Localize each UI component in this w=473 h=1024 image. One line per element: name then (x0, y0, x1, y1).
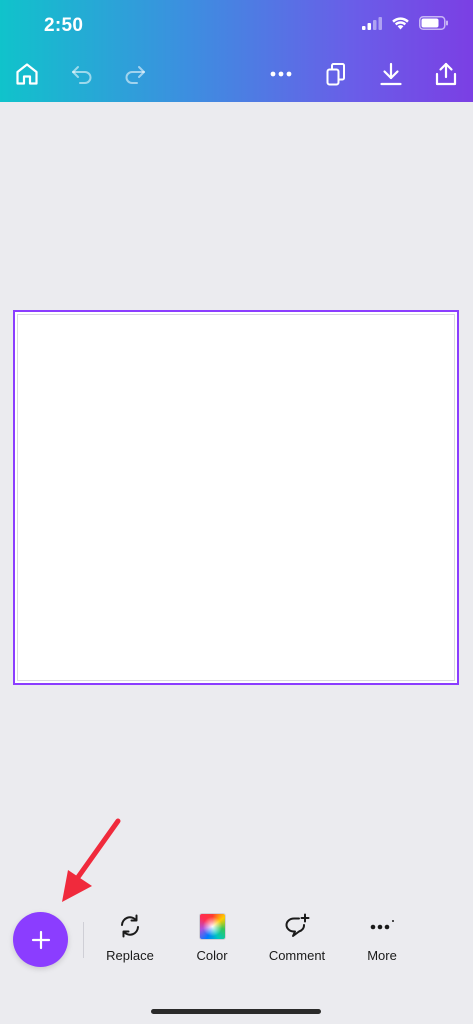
color-swatch-icon (198, 912, 226, 940)
home-icon (16, 63, 38, 85)
more-options-icon (270, 71, 292, 77)
share-icon (435, 62, 457, 86)
color-label: Color (196, 948, 228, 963)
plus-icon (31, 930, 50, 949)
top-toolbar: 2:50 (0, 0, 473, 102)
undo-button[interactable] (66, 58, 98, 90)
comment-button[interactable]: Comment (257, 908, 337, 963)
battery-icon (419, 16, 449, 35)
more-button[interactable]: More (342, 908, 422, 963)
color-button[interactable]: Color (172, 908, 252, 963)
wifi-icon (391, 16, 410, 35)
undo-icon (72, 66, 92, 84)
status-time: 2:50 (44, 15, 84, 36)
redo-button[interactable] (119, 58, 151, 90)
toolbar-divider (83, 922, 84, 958)
add-button[interactable] (13, 912, 68, 967)
replace-button[interactable]: Replace (90, 908, 170, 963)
pages-button[interactable] (320, 58, 352, 90)
comment-label: Comment (268, 948, 326, 963)
cellular-signal-icon (362, 16, 382, 35)
share-button[interactable] (430, 58, 462, 90)
comment-add-icon (285, 913, 310, 937)
replace-label: Replace (106, 948, 154, 963)
more-options-button[interactable] (265, 58, 297, 90)
home-button[interactable] (11, 58, 43, 90)
status-icons (362, 16, 449, 35)
more-icon (370, 920, 394, 930)
pages-icon (326, 63, 345, 86)
red-arrow-icon (62, 818, 121, 902)
download-button[interactable] (375, 58, 407, 90)
home-indicator[interactable] (151, 1009, 321, 1014)
design-canvas[interactable] (13, 310, 459, 685)
download-icon (380, 62, 402, 86)
more-label: More (367, 948, 397, 963)
redo-icon (125, 66, 145, 84)
replace-icon (121, 914, 139, 938)
canvas-page[interactable] (17, 314, 455, 681)
